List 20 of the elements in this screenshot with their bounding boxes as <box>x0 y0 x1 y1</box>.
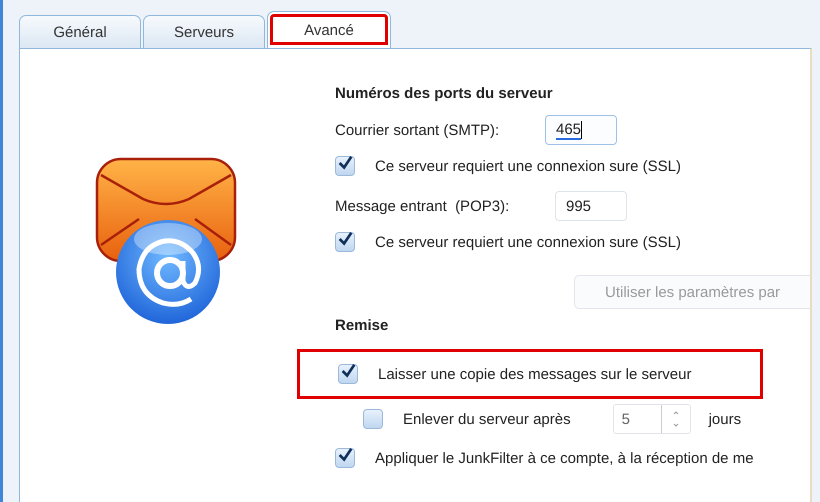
checkbox-label: Ce serveur requiert une connexion sure (SSL) <box>375 234 681 250</box>
field-label: Message entrant (POP3): <box>335 198 510 214</box>
checkbox[interactable] <box>363 409 383 429</box>
checkbox-label: Laisser une copie des messages sur le serveur <box>378 366 692 382</box>
tab[interactable]: Avancé <box>267 11 391 48</box>
port-field[interactable]: 995 <box>555 191 627 221</box>
checkbox-label: Appliquer le JunkFilter à ce compte, à la réception de me <box>375 450 754 466</box>
tab[interactable]: Serveurs <box>143 15 265 48</box>
section-heading: Remise <box>335 317 390 336</box>
checkbox-label: Enlever du serveur après <box>403 410 571 428</box>
port-field[interactable]: 465 <box>545 115 617 145</box>
checkbox[interactable] <box>335 448 355 468</box>
checkbox[interactable] <box>338 364 358 384</box>
tab[interactable]: Général <box>19 15 141 48</box>
checkbox-label: Ce serveur requiert une connexion sure (SSL) <box>375 158 681 174</box>
checkbox[interactable] <box>335 232 355 252</box>
checkbox[interactable] <box>335 156 355 176</box>
unit-label: jours <box>708 410 742 428</box>
field-label: Courrier sortant (SMTP): <box>335 122 500 138</box>
section-heading: Numéros des ports du serveur <box>335 85 554 104</box>
